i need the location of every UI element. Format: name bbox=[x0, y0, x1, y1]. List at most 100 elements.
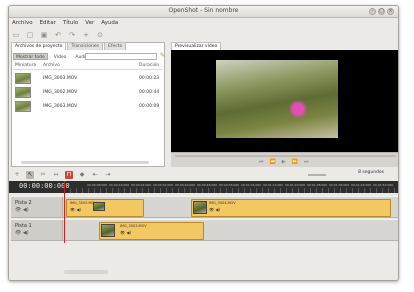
file-thumbnail bbox=[15, 87, 31, 98]
ruler-label: 00:01:20:000 bbox=[285, 183, 306, 187]
tab-transitions[interactable]: Transiciones bbox=[67, 42, 104, 50]
next-marker-icon[interactable]: ⇥ bbox=[104, 171, 112, 179]
clip-visibility-audio-icons[interactable]: 👁 ◀) bbox=[70, 207, 81, 212]
zoom-slider[interactable] bbox=[308, 174, 326, 176]
clear-filter-icon[interactable]: ✎ bbox=[160, 52, 165, 59]
file-duration: 00:00:44 bbox=[139, 90, 160, 95]
window-buttons: – □ × bbox=[369, 8, 394, 15]
app-window: OpenShot - Sin nombre – □ × Archivo Edit… bbox=[8, 5, 399, 281]
list-item[interactable]: IMG_3003.MOV 00:00:23 bbox=[13, 72, 163, 85]
track-visibility-audio-icons[interactable]: 👁 ◀) bbox=[15, 230, 29, 236]
ruler-label: 00:01:52:000 bbox=[373, 183, 394, 187]
minimize-icon[interactable]: – bbox=[369, 8, 376, 15]
preview-controls: ⏮ ⏪ ▶ ⏩ ⏭ bbox=[171, 152, 398, 167]
close-icon[interactable]: × bbox=[387, 8, 394, 15]
timeline-clip[interactable]: IMG_3003.MOV 👁 ◀) bbox=[99, 222, 204, 240]
maximize-icon[interactable]: □ bbox=[378, 8, 385, 15]
export-video-icon[interactable]: ⊙ bbox=[96, 31, 104, 39]
play-icon[interactable]: ▶ bbox=[282, 159, 286, 165]
undo-icon[interactable]: ↶ bbox=[54, 31, 62, 39]
list-item[interactable]: IMG_3002.MOV 00:00:44 bbox=[13, 86, 163, 99]
playhead[interactable] bbox=[64, 181, 65, 243]
track-header: Pista 2 👁 ◀) bbox=[11, 197, 63, 217]
tab-project-files[interactable]: Archivos de proyecto bbox=[11, 42, 67, 50]
main-toolbar: ▭ ▢ ▣ ↶ ↷ + ⊙ bbox=[9, 28, 398, 42]
snapping-icon[interactable]: ⊓ bbox=[65, 171, 73, 179]
jump-end-icon[interactable]: ⏭ bbox=[304, 159, 309, 165]
timeline-ruler[interactable]: 00:00:00:000 00:00:08:000 00:00:16:000 0… bbox=[9, 181, 398, 193]
timeline-empty-area bbox=[9, 244, 398, 280]
file-name: IMG_3003.MOV bbox=[43, 76, 78, 81]
clip-visibility-audio-icons[interactable]: 👁 ◀) bbox=[120, 230, 131, 235]
ruler-label: 00:00:32:000 bbox=[153, 183, 174, 187]
left-tabs: Archivos de proyecto Transiciones Efecto bbox=[11, 42, 127, 50]
jump-start-icon[interactable]: ⏮ bbox=[259, 159, 264, 165]
ruler-label: 00:00:48:000 bbox=[197, 183, 218, 187]
clip-visibility-audio-icons[interactable]: 👁 ◀) bbox=[209, 207, 220, 212]
timeline-toolbar: + ↖ ✂ ↔ ⊓ ◆ ⇤ ⇥ bbox=[9, 169, 398, 181]
clip-thumbnail bbox=[93, 202, 105, 211]
ruler-label: 00:00:56:000 bbox=[219, 183, 240, 187]
menu-archivo[interactable]: Archivo bbox=[12, 20, 33, 26]
window-title: OpenShot - Sin nombre bbox=[168, 7, 239, 14]
add-marker-icon[interactable]: ◆ bbox=[78, 171, 86, 179]
track-name: Pista 1 bbox=[15, 223, 32, 229]
menu-ayuda[interactable]: Ayuda bbox=[101, 20, 118, 26]
fast-forward-icon[interactable]: ⏩ bbox=[292, 159, 298, 165]
timeline-clip[interactable]: IMG_3004.MOV 👁 ◀) bbox=[191, 199, 391, 217]
ruler-label: 00:01:36:000 bbox=[329, 183, 350, 187]
file-duration: 00:00:23 bbox=[139, 76, 160, 81]
arrow-tool-icon[interactable]: ↖ bbox=[26, 171, 34, 179]
file-list-header: Miniatura Archivo Duración bbox=[13, 63, 163, 70]
file-thumbnail bbox=[15, 101, 31, 112]
menu-titulo[interactable]: Título bbox=[63, 20, 78, 26]
menu-ver[interactable]: Ver bbox=[85, 20, 94, 26]
playback-buttons: ⏮ ⏪ ▶ ⏩ ⏭ bbox=[259, 159, 308, 165]
ruler-ticks bbox=[64, 188, 398, 193]
filter-search-input[interactable] bbox=[85, 53, 157, 60]
rewind-icon[interactable]: ⏪ bbox=[270, 159, 276, 165]
file-name: IMG_3002.MOV bbox=[43, 90, 78, 95]
ruler-label: 00:00:16:000 bbox=[109, 183, 130, 187]
open-project-icon[interactable]: ▢ bbox=[26, 31, 34, 39]
list-item[interactable]: IMG_3003.MOV 00:00:09 bbox=[13, 100, 163, 113]
new-project-icon[interactable]: ▭ bbox=[12, 31, 20, 39]
filter-all[interactable]: Mostrar todo bbox=[13, 53, 48, 60]
timeline-scrollbar[interactable] bbox=[64, 270, 108, 274]
file-name: IMG_3003.MOV bbox=[43, 104, 78, 109]
col-thumbnail[interactable]: Miniatura bbox=[15, 63, 36, 68]
filter-video[interactable]: Video bbox=[51, 53, 70, 60]
col-file[interactable]: Archivo bbox=[43, 63, 60, 68]
add-track-icon[interactable]: + bbox=[13, 171, 21, 179]
track-name: Pista 2 bbox=[15, 200, 32, 206]
menu-editar[interactable]: Editar bbox=[40, 20, 56, 26]
file-thumbnail bbox=[15, 73, 31, 84]
preview-scrubber[interactable] bbox=[175, 155, 396, 157]
tab-effects[interactable]: Efecto bbox=[104, 42, 127, 50]
import-files-icon[interactable]: + bbox=[82, 31, 90, 39]
menu-bar: Archivo Editar Título Ver Ayuda bbox=[9, 18, 398, 28]
razor-tool-icon[interactable]: ✂ bbox=[39, 171, 47, 179]
save-icon[interactable]: ▣ bbox=[40, 31, 48, 39]
clip-name: IMG_3003.MOV bbox=[120, 224, 147, 228]
video-frame bbox=[216, 60, 338, 138]
ruler-label: 00:01:04:000 bbox=[241, 183, 262, 187]
file-list-scrollbar[interactable] bbox=[21, 161, 149, 164]
preview-panel: Previsualizar vídeo ⏮ ⏪ ▶ ⏩ ⏭ bbox=[171, 42, 398, 167]
video-preview bbox=[171, 50, 398, 152]
tab-preview[interactable]: Previsualizar vídeo bbox=[171, 42, 222, 50]
title-bar: OpenShot - Sin nombre – □ × bbox=[9, 6, 398, 18]
timeline-clip[interactable]: IMG_3005.MOV 👁 ◀) bbox=[66, 199, 144, 217]
clip-thumbnail bbox=[101, 224, 115, 237]
file-duration: 00:00:09 bbox=[139, 104, 160, 109]
track-2: Pista 2 👁 ◀) IMG_3005.MOV 👁 ◀) IMG_3004.… bbox=[11, 196, 398, 218]
previous-marker-icon[interactable]: ⇤ bbox=[91, 171, 99, 179]
track-visibility-audio-icons[interactable]: 👁 ◀) bbox=[15, 207, 29, 213]
ruler-label: 00:00:40:000 bbox=[175, 183, 196, 187]
ruler-label: 00:01:44:000 bbox=[351, 183, 372, 187]
redo-icon[interactable]: ↷ bbox=[68, 31, 76, 39]
col-duration[interactable]: Duración bbox=[139, 63, 159, 68]
clip-name: IMG_3004.MOV bbox=[209, 201, 236, 205]
resize-tool-icon[interactable]: ↔ bbox=[52, 171, 60, 179]
ruler-label: 00:00:24:000 bbox=[131, 183, 152, 187]
